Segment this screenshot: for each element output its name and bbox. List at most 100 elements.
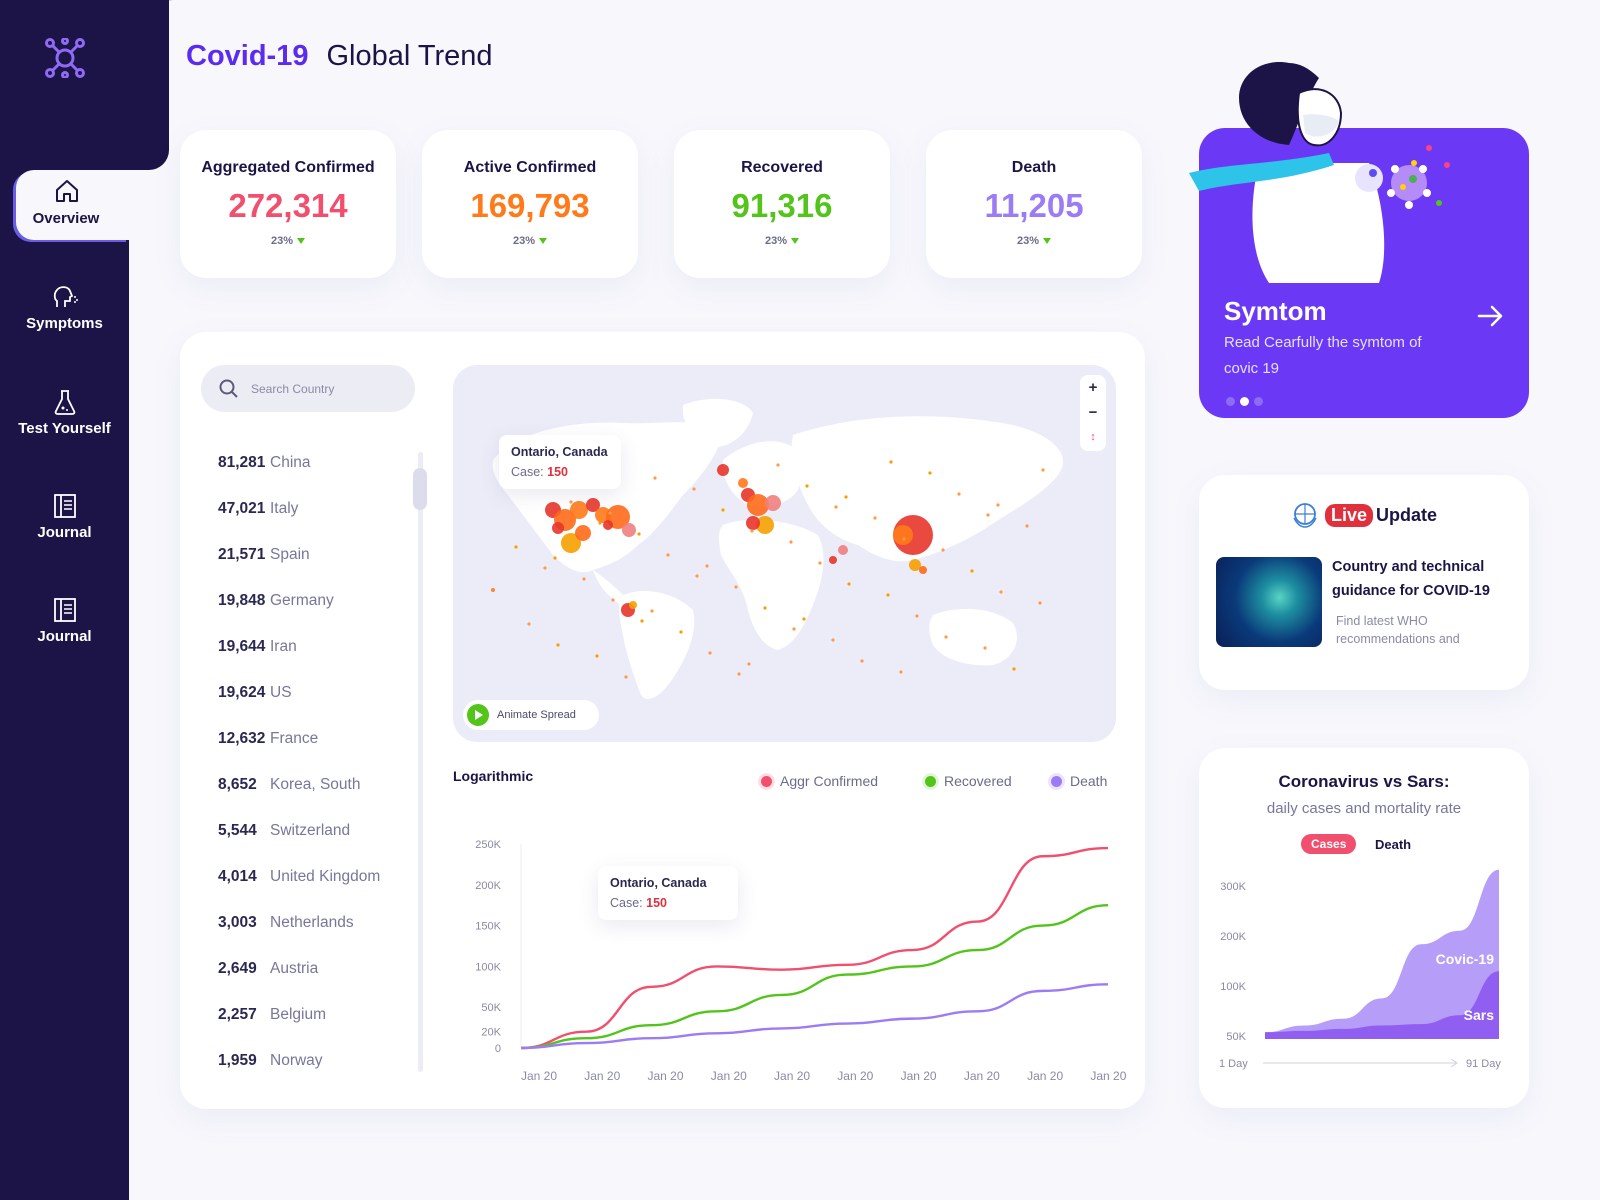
page-subtitle: Global Trend — [326, 40, 493, 72]
country-row[interactable]: 19,624 US — [218, 684, 292, 702]
map-dot — [996, 503, 1000, 507]
map-bubble[interactable] — [746, 516, 760, 530]
map-bubble[interactable] — [738, 478, 748, 488]
map-dot — [899, 670, 903, 674]
woman-mask-illustration — [1189, 62, 1450, 283]
country-row[interactable]: 19,848 Germany — [218, 592, 334, 610]
scrollbar-track[interactable] — [418, 452, 423, 1072]
tooltip-case-value: 150 — [547, 465, 568, 479]
country-name: Netherlands — [270, 914, 354, 931]
map-bubble[interactable] — [622, 523, 636, 537]
country-row[interactable]: 2,257 Belgium — [218, 1006, 326, 1024]
legend-item-recovered[interactable]: Recovered — [925, 773, 1012, 789]
zoom-controls: + − ↕ — [1080, 375, 1106, 451]
map-dot — [944, 635, 948, 639]
stat-card-death[interactable]: Death 11,205 23% — [926, 130, 1142, 278]
map-bubble[interactable] — [919, 566, 927, 574]
sidebar-item-journal[interactable]: Journal — [0, 492, 129, 541]
map-bubble[interactable] — [491, 588, 495, 592]
map-bubble[interactable] — [603, 520, 613, 530]
country-count: 19,624 — [218, 684, 266, 701]
trend-down-icon — [539, 238, 548, 245]
country-count: 4,014 — [218, 868, 257, 885]
trend-line-chart[interactable]: 0 20K 50K 100K 150K 200K 250K Jan 20 Jan 20 Jan 2… — [453, 802, 1133, 1102]
zoom-in-button[interactable]: + — [1080, 375, 1106, 400]
country-row[interactable]: 1,959 Norway — [218, 1052, 323, 1070]
stat-card-recovered[interactable]: Recovered 91,316 23% — [674, 130, 890, 278]
map-dot — [792, 627, 796, 631]
map-dot — [986, 513, 990, 517]
stat-change: 23% — [180, 235, 396, 247]
map-dot — [999, 590, 1003, 594]
sidebar-notch — [129, 0, 169, 170]
country-row[interactable]: 3,003 Netherlands — [218, 914, 354, 932]
stat-label: Death — [1011, 159, 1057, 176]
map-dot — [556, 643, 560, 647]
tab-cases[interactable]: Cases — [1301, 834, 1357, 854]
map-dot — [611, 598, 615, 602]
map-dot — [818, 561, 822, 565]
map-bubble[interactable] — [893, 525, 913, 545]
map-bubble[interactable] — [570, 501, 588, 519]
map-dot — [527, 622, 531, 626]
carousel-dots[interactable] — [1226, 393, 1268, 411]
country-row[interactable]: 81,281 China — [218, 454, 311, 472]
map-dot — [650, 609, 654, 613]
map-dot — [873, 516, 877, 520]
sidebar-item-overview[interactable]: Overview — [16, 170, 129, 240]
arrow-right-icon[interactable] — [1477, 304, 1505, 328]
map-bubble[interactable] — [629, 601, 637, 609]
y-tick-label: 20K — [481, 1027, 501, 1039]
tooltip-case-value: 150 — [646, 896, 667, 910]
news-thumbnail-image[interactable] — [1216, 557, 1322, 647]
compass-icon[interactable]: ↕ — [1080, 425, 1106, 450]
country-count: 2,257 — [218, 1006, 257, 1023]
stat-card-active[interactable]: Active Confirmed 169,793 23% — [422, 130, 638, 278]
carousel-dot[interactable] — [1226, 397, 1235, 406]
virus-logo-icon[interactable] — [45, 38, 85, 78]
legend-item-aggr-confirmed[interactable]: Aggr Confirmed — [761, 773, 878, 789]
map-bubble[interactable] — [765, 495, 781, 511]
search-country-input[interactable]: Search Country — [201, 365, 415, 412]
x-tick-label: Jan 20 — [964, 1069, 1000, 1083]
sidebar-item-symptoms[interactable]: Symptoms — [0, 283, 129, 332]
map-bubble[interactable] — [829, 556, 837, 564]
world-map[interactable]: + − ↕ Ontario, Canada Case: 150 Animate … — [453, 365, 1116, 742]
country-row[interactable]: 21,571 Spain — [218, 546, 310, 564]
y-tick-label: 100K — [475, 961, 501, 973]
trend-down-icon — [791, 238, 800, 245]
country-name: Switzerland — [270, 822, 351, 839]
country-row[interactable]: 12,632 France — [218, 730, 318, 748]
country-row[interactable]: 5,544 Switzerland — [218, 822, 350, 840]
map-bubble[interactable] — [552, 522, 564, 534]
country-count: 3,003 — [218, 914, 257, 931]
sidebar-item-test-yourself[interactable]: Test Yourself — [0, 388, 129, 437]
page-title: Covid-19 Global Trend — [186, 40, 493, 73]
country-row[interactable]: 2,649 Austria — [218, 960, 318, 978]
news-title[interactable]: Country and technical guidance for COVID… — [1332, 555, 1512, 603]
country-row[interactable]: 19,644 Iran — [218, 638, 297, 656]
map-dot — [789, 540, 793, 544]
animate-spread-button[interactable]: Animate Spread — [463, 700, 599, 730]
series-label: Covic-19 — [1436, 951, 1495, 967]
symtom-card[interactable]: Symtom Read Cearfully the symtom of covi… — [1189, 62, 1529, 418]
map-bubble[interactable] — [575, 525, 591, 541]
map-dot — [708, 651, 712, 655]
legend-item-death[interactable]: Death — [1051, 773, 1107, 789]
carousel-dot-active[interactable] — [1240, 397, 1249, 406]
country-row[interactable]: 47,021 Italy — [218, 500, 298, 518]
sidebar-item-journal-2[interactable]: Journal — [0, 596, 129, 645]
map-bubble[interactable] — [717, 464, 729, 476]
zoom-out-button[interactable]: − — [1080, 400, 1106, 425]
map-bubble[interactable] — [838, 545, 848, 555]
stat-change: 23% — [422, 235, 638, 247]
country-row[interactable]: 8,652 Korea, South — [218, 776, 360, 794]
tab-death[interactable]: Death — [1375, 837, 1411, 852]
series-line-death[interactable] — [520, 983, 1109, 1050]
scrollbar-thumb[interactable] — [413, 468, 427, 510]
country-row[interactable]: 4,014 United Kingdom — [218, 868, 380, 886]
stat-card-aggregated[interactable]: Aggregated Confirmed 272,314 23% — [180, 130, 396, 278]
sars-area-chart[interactable]: 50K 100K 200K 300K Covic-19 Sars 1 Day 91 Day — [1199, 863, 1529, 1108]
carousel-dot[interactable] — [1254, 397, 1263, 406]
country-name: Norway — [270, 1052, 323, 1069]
